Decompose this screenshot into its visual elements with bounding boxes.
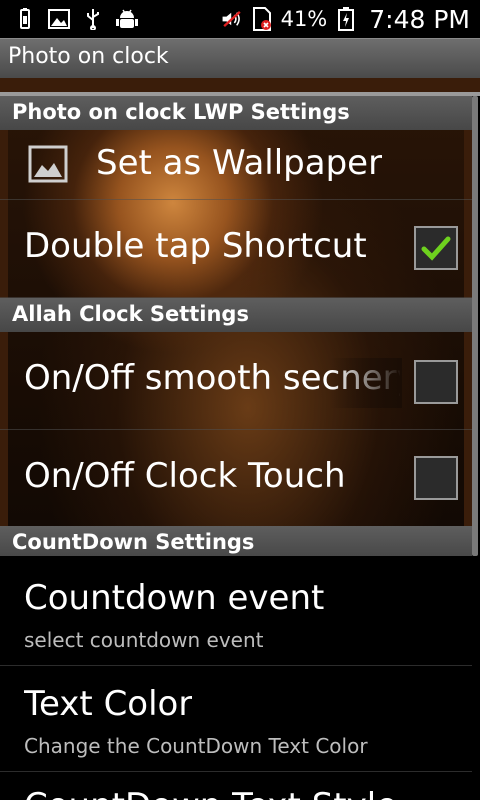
set-wallpaper-item[interactable]: Set as Wallpaper [0, 130, 472, 200]
status-bar: 41% 7:48 PM [0, 0, 480, 38]
usb-storage-icon [14, 8, 36, 30]
double-tap-checkbox[interactable] [414, 226, 458, 270]
double-tap-shortcut-item[interactable]: Double tap Shortcut [0, 200, 472, 298]
battery-percent: 41% [280, 7, 328, 31]
smooth-scenery-checkbox[interactable] [414, 360, 458, 404]
countdown-event-item[interactable]: Countdown event select countdown event [0, 558, 472, 666]
no-sim-icon [251, 7, 273, 31]
clock-touch-label: On/Off Clock Touch [24, 456, 346, 496]
double-tap-shortcut-label: Double tap Shortcut [24, 226, 367, 266]
battery-icon [335, 7, 357, 31]
text-style-label: CountDown Text Style [24, 786, 397, 800]
countdown-event-summary: select countdown event [24, 628, 264, 652]
scrollbar[interactable] [472, 96, 478, 556]
clock-touch-item[interactable]: On/Off Clock Touch [0, 430, 472, 526]
section-header-countdown: CountDown Settings [0, 526, 472, 558]
title-bar: Photo on clock [0, 38, 480, 78]
text-color-label: Text Color [24, 684, 193, 724]
section-header-label: Photo on clock LWP Settings [12, 100, 350, 124]
section-header-label: CountDown Settings [12, 530, 255, 554]
text-style-item[interactable]: CountDown Text Style [0, 772, 472, 800]
section-header-label: Allah Clock Settings [12, 302, 249, 326]
set-wallpaper-label: Set as Wallpaper [96, 143, 383, 183]
countdown-event-label: Countdown event [24, 578, 325, 618]
smooth-scenery-item[interactable]: On/Off smooth secnery [0, 332, 472, 430]
app-title: Photo on clock [8, 44, 169, 69]
label-fade [330, 358, 402, 408]
clock-time: 7:48 PM [369, 4, 470, 34]
settings-list[interactable]: Photo on clock LWP Settings Set as Wallp… [0, 78, 480, 800]
top-frame-strip [0, 78, 480, 92]
image-icon [48, 8, 70, 30]
section-header-allah-clock: Allah Clock Settings [0, 298, 472, 332]
volume-muted-icon [221, 8, 243, 30]
android-debug-icon [116, 8, 138, 30]
usb-icon [82, 8, 104, 30]
text-color-item[interactable]: Text Color Change the CountDown Text Col… [0, 666, 472, 772]
clock-touch-checkbox[interactable] [414, 456, 458, 500]
text-color-summary: Change the CountDown Text Color [24, 734, 368, 758]
picture-icon [28, 145, 68, 187]
section-header-lwp: Photo on clock LWP Settings [0, 96, 472, 130]
